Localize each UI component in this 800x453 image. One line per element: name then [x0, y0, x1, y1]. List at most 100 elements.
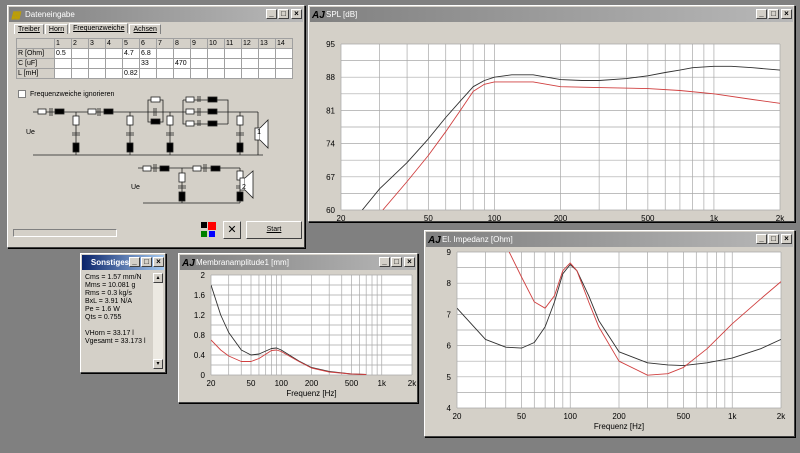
circuit-2	[138, 164, 254, 204]
table-cell[interactable]	[156, 58, 174, 69]
tab-horn[interactable]: Horn	[44, 24, 69, 34]
color-swatch-black[interactable]	[201, 222, 207, 228]
table-cell[interactable]	[105, 58, 123, 69]
table-cell[interactable]	[54, 68, 72, 79]
table-row: L [mH] 0.82	[16, 68, 293, 79]
table-cell[interactable]	[224, 68, 242, 79]
table-cell[interactable]	[156, 48, 174, 59]
table-cell[interactable]: 470	[173, 58, 191, 69]
tab-treiber[interactable]: Treiber	[14, 24, 44, 34]
table-cell[interactable]	[258, 58, 276, 69]
table-cell[interactable]: 4.7	[122, 48, 140, 59]
tab-achsen[interactable]: Achsen	[129, 24, 161, 34]
table-cell[interactable]: 6.8	[139, 48, 157, 59]
maximize-button[interactable]: □	[768, 234, 779, 244]
maximize-button[interactable]: □	[141, 257, 152, 267]
input-window-titlebar[interactable]: ▦ Dateneingabe _ □ ×	[9, 7, 303, 22]
table-cell[interactable]	[173, 68, 191, 79]
close-button[interactable]: ×	[404, 257, 415, 267]
maximize-button[interactable]: □	[768, 9, 779, 19]
close-button[interactable]: ×	[781, 9, 792, 19]
table-cell[interactable]	[275, 58, 293, 69]
scrollbar[interactable]: ▴ ▾	[153, 273, 163, 369]
table-cell[interactable]	[71, 58, 89, 69]
grid	[210, 274, 413, 376]
maximize-button[interactable]: □	[278, 9, 289, 19]
table-cell[interactable]	[190, 68, 208, 79]
table-cell[interactable]	[258, 48, 276, 59]
table-cell[interactable]	[105, 48, 123, 59]
table-cell[interactable]	[241, 68, 259, 79]
input-label-2: Ue	[131, 184, 140, 191]
table-cell[interactable]	[241, 58, 259, 69]
column-header: 11	[224, 38, 242, 49]
minimize-button[interactable]: _	[379, 257, 390, 267]
table-cell[interactable]	[122, 58, 140, 69]
table-cell[interactable]: 0.82	[122, 68, 140, 79]
tab-frequenzweiche[interactable]: Frequenzweiche	[69, 23, 129, 33]
table-cell[interactable]	[275, 48, 293, 59]
close-button[interactable]: ×	[781, 234, 792, 244]
start-button[interactable]: Start	[246, 221, 302, 239]
table-cell[interactable]	[224, 48, 242, 59]
table-cell[interactable]	[156, 68, 174, 79]
scroll-down-button[interactable]: ▾	[153, 359, 163, 369]
table-cell[interactable]	[54, 58, 72, 69]
table-cell[interactable]	[207, 68, 225, 79]
column-header: 7	[156, 38, 174, 49]
table-cell[interactable]	[71, 48, 89, 59]
y-tick-label: 1.6	[194, 291, 206, 300]
table-cell[interactable]	[88, 48, 106, 59]
y-tick-label: 0.4	[194, 351, 206, 360]
x-tick-label: 200	[305, 379, 319, 388]
color-swatch-red[interactable]	[208, 222, 216, 230]
progress-bar	[13, 229, 117, 237]
column-header: 3	[88, 38, 106, 49]
spl-window: AJ SPL [dB] _ □ × 60 67 74 81 88 95 20 50 100 200 500…	[308, 5, 795, 222]
table-cell[interactable]: 0.5	[54, 48, 72, 59]
clear-button[interactable]: ✕	[223, 221, 241, 239]
table-cell[interactable]	[105, 68, 123, 79]
table-cell[interactable]	[190, 58, 208, 69]
x-tick-label: 50	[424, 214, 433, 221]
table-cell[interactable]	[224, 58, 242, 69]
misc-window-titlebar[interactable]: Sonstiges _ □ ×	[82, 255, 164, 270]
window-title: Membranamplitude1 [mm]	[196, 258, 289, 267]
minimize-button[interactable]: _	[129, 257, 140, 267]
table-cell[interactable]	[275, 68, 293, 79]
row-label: C [uF]	[16, 58, 55, 69]
spl-chart: 60677481889520501002005001k2kFrequenz [H…	[326, 40, 785, 221]
scroll-up-button[interactable]: ▴	[153, 273, 163, 283]
table-cell[interactable]	[258, 68, 276, 79]
table-cell[interactable]	[207, 48, 225, 59]
close-x-icon: ✕	[227, 224, 237, 236]
table-cell[interactable]	[190, 48, 208, 59]
excursion-window-titlebar[interactable]: AJ Membranamplitude1 [mm] _ □ ×	[180, 255, 416, 270]
minimize-button[interactable]: _	[756, 9, 767, 19]
table-cell[interactable]	[71, 68, 89, 79]
impedance-window-titlebar[interactable]: AJ El. Impedanz [Ohm] _ □ ×	[426, 232, 793, 247]
close-button[interactable]: ×	[153, 257, 164, 267]
color-selector[interactable]	[201, 222, 217, 238]
column-header: 9	[190, 38, 208, 49]
maximize-button[interactable]: □	[391, 257, 402, 267]
spl-window-titlebar[interactable]: AJ SPL [dB] _ □ ×	[310, 7, 793, 22]
table-cell[interactable]	[241, 48, 259, 59]
minimize-button[interactable]: _	[756, 234, 767, 244]
close-button[interactable]: ×	[291, 9, 302, 19]
x-tick-label: 50	[247, 379, 256, 388]
table-cell[interactable]	[88, 68, 106, 79]
table-cell[interactable]	[207, 58, 225, 69]
table-cell[interactable]	[139, 68, 157, 79]
color-swatch-blue[interactable]	[209, 231, 215, 237]
table-cell[interactable]: 33	[139, 58, 157, 69]
color-swatch-green[interactable]	[201, 231, 207, 237]
y-tick-label: 7	[447, 310, 452, 319]
table-cell[interactable]	[173, 48, 191, 59]
x-tick-label: 20	[453, 412, 462, 421]
misc-window: Sonstiges _ □ × Cms = 1.57 mm/N Mms = 10.…	[80, 253, 166, 373]
table-cell[interactable]	[88, 58, 106, 69]
x-tick-label: 2k	[776, 214, 785, 221]
minimize-button[interactable]: _	[266, 9, 277, 19]
misc-line: Qts = 0.755	[85, 314, 122, 321]
